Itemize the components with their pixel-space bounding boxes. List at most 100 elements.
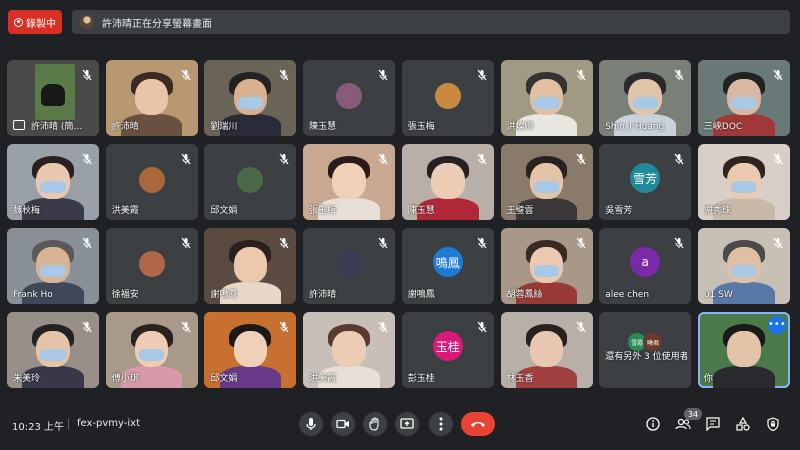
participant-name: 邱文娟 [210, 206, 238, 216]
participant-tile[interactable]: 洪美霞 [303, 312, 396, 388]
shared-screen-preview [35, 64, 75, 120]
mic-off-icon [180, 234, 192, 249]
participant-tile[interactable]: 邱文娟 [204, 144, 297, 220]
mic-off-icon [575, 234, 587, 249]
presenting-text: 許沛晴正在分享螢幕畫面 [102, 18, 212, 30]
mic-off-icon [673, 66, 685, 81]
mic-off-icon [575, 66, 587, 81]
participant-name: alee chen [605, 290, 650, 300]
recording-label: 錄製中 [26, 18, 56, 30]
presenter-avatar [80, 15, 94, 29]
present-button[interactable] [395, 412, 419, 436]
mic-off-icon [476, 318, 488, 333]
participant-tile[interactable]: 陳玉慧 [401, 144, 494, 220]
participant-name: 吳雪芳 [605, 206, 633, 216]
participant-tile[interactable]: Frank Ho [7, 228, 99, 304]
avatar [336, 83, 363, 109]
mic-off-icon [476, 234, 488, 249]
raise-hand-button[interactable] [363, 412, 387, 436]
activities-button[interactable] [733, 414, 753, 434]
presenting-banner[interactable]: 許沛晴正在分享螢幕畫面 [72, 10, 790, 34]
mic-off-icon [377, 234, 389, 249]
avatar [336, 251, 363, 277]
avatar [434, 83, 461, 109]
participant-tile[interactable]: 王璧雲 [500, 144, 593, 220]
mic-off-icon [180, 66, 192, 81]
participant-tile[interactable]: 雪霞 曉君 還有另外 3 位使用者 [599, 312, 692, 388]
record-icon [14, 17, 23, 27]
avatar [237, 167, 264, 193]
mic-off-icon [278, 66, 290, 81]
lock-shield-icon [767, 417, 779, 431]
mic-off-icon [673, 234, 685, 249]
participant-tile[interactable]: 三峽DOC [697, 60, 790, 136]
mic-button[interactable] [299, 412, 323, 436]
participant-tile[interactable]: 謝鳴鳳 [204, 228, 297, 304]
mic-off-icon [575, 318, 587, 333]
host-controls-button[interactable] [763, 414, 783, 434]
participant-tile[interactable]: 傅小琪 [105, 312, 198, 388]
mic-off-icon [278, 234, 290, 249]
camera-button[interactable] [331, 412, 355, 436]
participant-tile[interactable]: ••• 你 [697, 312, 790, 388]
participant-tile[interactable]: 劉瑞川 [204, 60, 297, 136]
participant-tile[interactable]: 01 SW [697, 228, 790, 304]
participant-name: 彭玉桂 [407, 374, 435, 384]
avatar [138, 251, 165, 277]
participant-tile[interactable]: 陳玉慧 [303, 60, 396, 136]
meeting-time: 10:23 上午 [12, 422, 64, 433]
participant-tile[interactable]: 徐福安 [105, 228, 198, 304]
participant-tile[interactable]: 洪美霞 [105, 144, 198, 220]
participant-tile[interactable]: 玉桂 彭玉桂 [401, 312, 494, 388]
participant-tile[interactable]: 許沛晴 [303, 228, 396, 304]
participant-name: 洪燦卿 [506, 122, 534, 132]
chat-button[interactable] [703, 414, 723, 434]
mic-off-icon [772, 150, 784, 165]
mic-off-icon [476, 66, 488, 81]
hang-up-icon [471, 422, 485, 427]
participant-name: 謝秀珠 [703, 206, 731, 216]
info-button[interactable] [643, 414, 663, 434]
avatar: 鳴鳳 [432, 247, 463, 277]
participant-name: 洪美霞 [309, 374, 337, 384]
info-icon [646, 417, 660, 431]
participant-tile[interactable]: 鳴鳳 謝鳴鳳 [401, 228, 494, 304]
participant-tile[interactable]: 謝秀珠 [697, 144, 790, 220]
participant-tile[interactable]: 洪燦卿 [500, 60, 593, 136]
avatar: 雪芳 [630, 163, 661, 193]
participants-count-badge: 34 [684, 408, 702, 420]
mic-off-icon [81, 234, 93, 249]
participant-tile[interactable]: 朱美玲 [7, 312, 99, 388]
mic-off-icon [278, 150, 290, 165]
participant-tile[interactable]: Shin_I Huang [599, 60, 692, 136]
participant-tile[interactable]: 張玉梅 [303, 144, 396, 220]
participant-tile[interactable]: 許沛晴 [105, 60, 198, 136]
mic-off-icon [772, 234, 784, 249]
participant-tile[interactable]: 林玉香 [500, 312, 593, 388]
participant-tile[interactable]: 魏秋梅 [7, 144, 99, 220]
participant-tile[interactable]: 胡蓉鳳絲 [500, 228, 593, 304]
participant-tile[interactable]: 邱文娟 [204, 312, 297, 388]
mic-off-icon [377, 318, 389, 333]
mic-off-icon [772, 66, 784, 81]
participant-tile[interactable]: 許沛晴 (簡… [7, 60, 99, 136]
mic-off-icon [180, 150, 192, 165]
recording-badge[interactable]: 錄製中 [8, 10, 62, 34]
avatar: a [630, 247, 661, 277]
more-options-icon[interactable]: ••• [767, 316, 786, 334]
more-options-button[interactable] [429, 412, 453, 436]
leave-call-button[interactable] [461, 412, 495, 436]
participant-name: 王璧雲 [506, 206, 534, 216]
mic-off-icon [278, 318, 290, 333]
participant-name: 01 SW [703, 290, 733, 300]
more-vert-icon [439, 417, 443, 431]
meeting-code: fex-pvmy-ixt [77, 418, 140, 429]
camera-icon [336, 419, 349, 429]
chat-icon [706, 417, 720, 431]
participant-tile[interactable]: 張玉梅 [401, 60, 494, 136]
participant-name: 朱美玲 [13, 374, 41, 384]
participant-tile[interactable]: a alee chen [599, 228, 692, 304]
participant-tile[interactable]: 雪芳吳雪芳 [599, 144, 692, 220]
avatar [138, 167, 165, 193]
participant-name: 張玉梅 [309, 206, 337, 216]
